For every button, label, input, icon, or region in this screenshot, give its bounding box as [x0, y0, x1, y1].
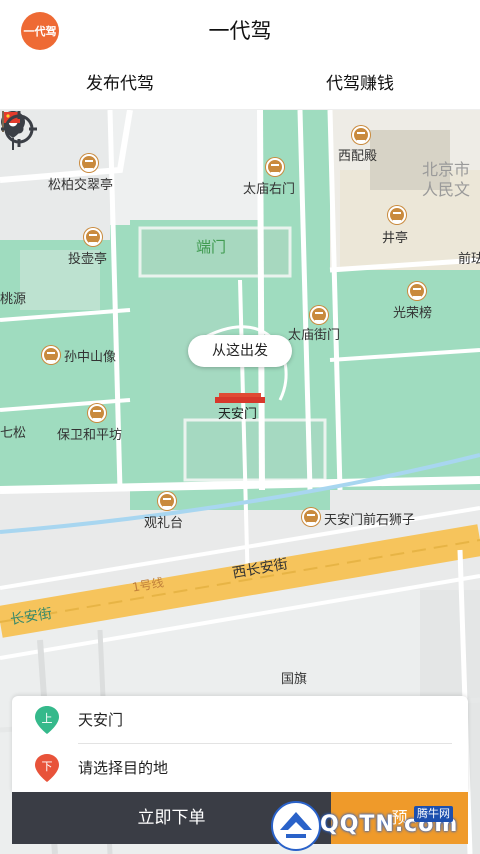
pickup-address: 天安门: [78, 711, 124, 729]
poi-icon[interactable]: [84, 228, 102, 246]
poi-icon[interactable]: [302, 508, 320, 526]
poi-icon[interactable]: [158, 492, 176, 510]
poi-label: 孙中山像: [64, 350, 117, 365]
poi-label: 桃源: [0, 292, 27, 307]
poi-icon[interactable]: [352, 126, 370, 144]
dropoff-mark-text: 下: [42, 760, 53, 773]
poi-label: 西配殿: [338, 149, 378, 164]
app-header: 一代驾 一代驾: [0, 0, 480, 62]
poi-icon[interactable]: [42, 346, 60, 364]
start-here-bubble[interactable]: 从这出发: [188, 335, 292, 367]
pickup-row[interactable]: 上 天安门: [12, 696, 468, 744]
destination-input[interactable]: 请选择目的地: [78, 744, 168, 792]
poi-label: 天安门前石狮子: [324, 513, 416, 528]
area-label-duanmen: 端门: [196, 238, 227, 256]
locate-crosshair-icon[interactable]: [0, 110, 38, 148]
tab-earn-driving[interactable]: 代驾赚钱: [240, 62, 480, 109]
poi-icon[interactable]: [80, 154, 98, 172]
area-label-beijing-2: 人民文: [422, 180, 471, 199]
poi-label: 松柏交翠亭: [48, 178, 114, 193]
poi-icon[interactable]: [408, 282, 426, 300]
poi-icon[interactable]: [310, 306, 328, 324]
watermark-tag: 腾牛网: [414, 806, 453, 822]
pin-label: 天安门: [218, 407, 258, 422]
dropoff-row[interactable]: 下 请选择目的地: [12, 744, 468, 792]
address-panel: 上 天安门 下 请选择目的地: [12, 696, 468, 792]
pickup-marker-icon: 上: [35, 706, 59, 734]
poi-label: 井亭: [382, 231, 409, 246]
tab-publish-driving[interactable]: 发布代驾: [0, 62, 240, 109]
poi-label: 投壶亭: [68, 252, 108, 267]
area-label-qiantai: 前珐: [458, 252, 480, 267]
dropoff-marker-icon: 下: [35, 754, 59, 782]
poi-icon[interactable]: [266, 158, 284, 176]
pickup-mark-text: 上: [42, 712, 53, 725]
poi-label: 七松: [0, 426, 27, 441]
poi-label: 光荣榜: [393, 306, 433, 321]
poi-icon[interactable]: [88, 404, 106, 422]
page-title: 一代驾: [208, 19, 272, 43]
poi-icon[interactable]: [388, 206, 406, 224]
poi-label: 太庙右门: [243, 182, 296, 197]
poi-label: 太庙街门: [288, 328, 341, 343]
poi-label: 国旗: [281, 672, 308, 687]
poi-label: 保卫和平坊: [57, 428, 123, 443]
mode-tabs: 发布代驾 代驾赚钱: [0, 62, 480, 110]
poi-label: 观礼台: [144, 516, 184, 531]
